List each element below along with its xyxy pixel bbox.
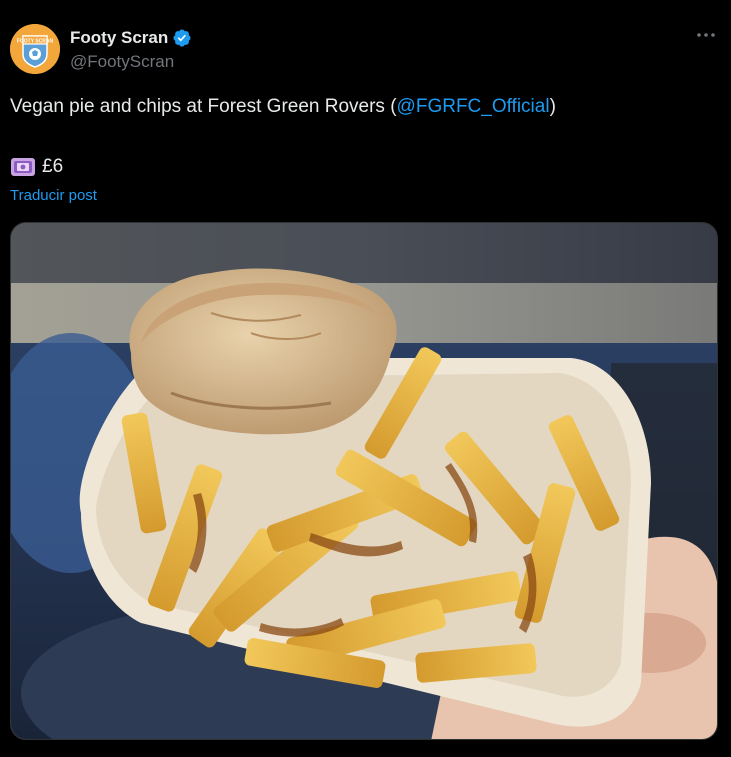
ellipsis-icon[interactable] — [695, 28, 717, 42]
price-text: £6 — [42, 156, 64, 177]
mention-link[interactable]: @FGRFC_Official — [397, 96, 550, 117]
post-header: FOOTY SCRAN Footy Scran @FootyScran — [10, 24, 721, 74]
price-line: £6 — [10, 154, 63, 180]
post: FOOTY SCRAN Footy Scran @FootyScran Vega… — [0, 0, 731, 757]
avatar[interactable]: FOOTY SCRAN — [10, 24, 60, 74]
post-text: Vegan pie and chips at Forest Green Rove… — [10, 94, 721, 120]
display-name-row: Footy Scran — [70, 26, 192, 50]
post-text-body: Vegan pie and chips at Forest Green Rove… — [10, 96, 397, 117]
translate-post-link[interactable]: Traducir post — [10, 187, 97, 204]
avatar-text: FOOTY SCRAN — [17, 39, 54, 45]
verified-badge-icon[interactable] — [172, 28, 192, 48]
money-with-wings-icon — [11, 158, 35, 176]
post-media-image[interactable] — [10, 222, 718, 740]
post-text-close: ) — [549, 96, 556, 117]
display-name[interactable]: Footy Scran — [70, 28, 168, 48]
handle[interactable]: @FootyScran — [70, 52, 192, 72]
author-names: Footy Scran @FootyScran — [70, 26, 192, 72]
pie-and-chips-photo — [11, 223, 717, 739]
footy-scran-badge-logo-icon: FOOTY SCRAN — [10, 24, 60, 74]
